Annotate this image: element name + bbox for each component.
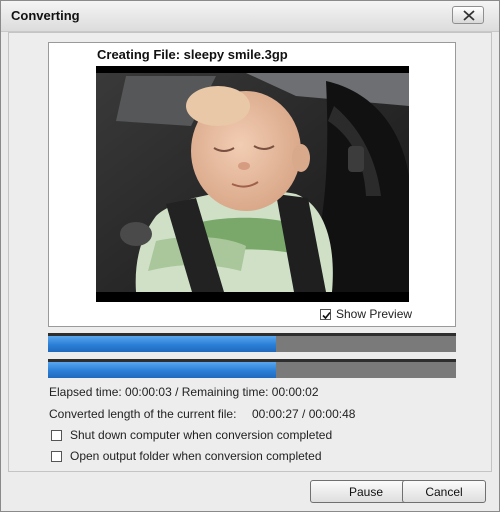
converted-length-value: 00:00:27 / 00:00:48 <box>252 407 356 421</box>
video-preview <box>96 66 409 302</box>
window-title: Converting <box>11 8 80 23</box>
creating-file-label: Creating File: sleepy smile.3gp <box>97 47 288 62</box>
current-file-progress-fill <box>48 336 277 352</box>
shutdown-label: Shut down computer when conversion compl… <box>70 428 333 442</box>
converting-dialog: Converting Creating File: sleepy smile.3… <box>0 0 500 512</box>
converted-length-label: Converted length of the current file: <box>49 407 237 421</box>
shutdown-checkbox[interactable] <box>51 429 62 441</box>
close-icon <box>463 10 475 21</box>
open-folder-option[interactable]: Open output folder when conversion compl… <box>51 448 322 464</box>
checkmark-icon <box>322 311 331 319</box>
close-button[interactable] <box>452 6 484 24</box>
open-folder-checkbox[interactable] <box>51 450 62 462</box>
shutdown-option[interactable]: Shut down computer when conversion compl… <box>51 427 332 443</box>
video-frame-image <box>96 66 409 302</box>
preview-panel: Creating File: sleepy smile.3gp Show Pre… <box>48 42 456 327</box>
title-bar[interactable]: Converting <box>1 1 499 32</box>
show-preview-label: Show Preview <box>336 307 413 321</box>
total-progress-fill <box>48 362 277 378</box>
dialog-body: Creating File: sleepy smile.3gp Show Pre… <box>8 32 492 472</box>
open-folder-label: Open output folder when conversion compl… <box>70 449 322 463</box>
current-file-progress-bar <box>48 333 456 352</box>
show-preview-option[interactable]: Show Preview <box>320 306 412 322</box>
cancel-button[interactable]: Cancel <box>402 480 486 503</box>
total-progress-bar <box>48 359 456 378</box>
show-preview-checkbox[interactable] <box>320 308 331 320</box>
elapsed-remaining-time: Elapsed time: 00:00:03 / Remaining time:… <box>49 385 319 399</box>
